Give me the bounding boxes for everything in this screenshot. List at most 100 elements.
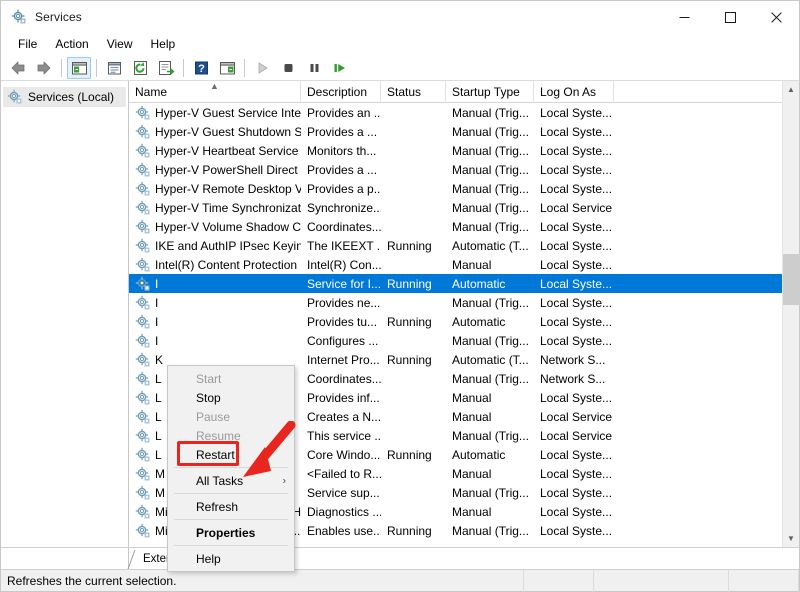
cell-status: Running bbox=[387, 447, 432, 462]
cell-name: Hyper-V Remote Desktop Vi... bbox=[129, 181, 301, 197]
service-gear-icon bbox=[135, 295, 151, 311]
service-gear-icon bbox=[135, 523, 151, 539]
export-list-icon[interactable] bbox=[154, 57, 178, 79]
cell-log-on-as: Local Syste... bbox=[540, 257, 613, 272]
cell-name: I bbox=[129, 276, 301, 292]
service-gear-icon bbox=[135, 162, 151, 178]
table-row[interactable]: Hyper-V Volume Shadow C... Coordinates...… bbox=[129, 217, 799, 236]
cell-startup-type: Automatic bbox=[452, 314, 506, 329]
forward-icon[interactable] bbox=[32, 57, 56, 79]
help-icon[interactable]: ? bbox=[189, 57, 213, 79]
menu-help[interactable]: Help bbox=[142, 34, 185, 54]
cell-startup-type: Automatic bbox=[452, 447, 506, 462]
tree-item-services-local[interactable]: Services (Local) bbox=[3, 87, 126, 107]
service-name-label: I bbox=[155, 276, 159, 291]
service-name-label: I bbox=[155, 333, 159, 348]
cell-status: Running bbox=[387, 276, 432, 291]
table-row[interactable]: Hyper-V Heartbeat Service Monitors th... M… bbox=[129, 141, 799, 160]
cell-description: Provides tu... bbox=[307, 314, 378, 329]
table-row[interactable]: Hyper-V Guest Service Inter... Provides a… bbox=[129, 103, 799, 122]
cell-startup-type: Manual (Trig... bbox=[452, 428, 529, 443]
cell-log-on-as: Local Syste... bbox=[540, 485, 613, 500]
scroll-down-icon[interactable]: ▼ bbox=[783, 530, 800, 547]
cell-startup-type: Manual (Trig... bbox=[452, 162, 529, 177]
table-row[interactable]: I Service for I... Running Automatic Local S… bbox=[129, 274, 799, 293]
stop-service-icon[interactable] bbox=[276, 57, 300, 79]
cell-log-on-as: Local Syste... bbox=[540, 523, 613, 538]
tree-item-label: Services (Local) bbox=[28, 90, 115, 104]
cell-name: Hyper-V Volume Shadow C... bbox=[129, 219, 301, 235]
show-hide-action-pane-icon[interactable] bbox=[215, 57, 239, 79]
service-gear-icon bbox=[135, 409, 151, 425]
pause-service-icon[interactable] bbox=[302, 57, 326, 79]
table-row[interactable]: Hyper-V Guest Shutdown S... Provides a ..… bbox=[129, 122, 799, 141]
status-bar: Refreshes the current selection. bbox=[1, 569, 799, 592]
column-header-name[interactable]: Name ▲ bbox=[129, 81, 301, 102]
context-menu-stop[interactable]: Stop bbox=[168, 388, 294, 407]
show-hide-console-tree-icon[interactable] bbox=[67, 56, 91, 79]
cell-description: Provides a p... bbox=[307, 181, 381, 196]
cell-log-on-as: Local Syste... bbox=[540, 162, 613, 177]
vertical-scrollbar[interactable]: ▲ ▼ bbox=[782, 81, 800, 547]
restart-service-icon[interactable] bbox=[328, 57, 352, 79]
cell-startup-type: Automatic bbox=[452, 276, 506, 291]
column-header-log-on-as[interactable]: Log On As bbox=[534, 81, 614, 102]
service-name-label: M bbox=[155, 466, 165, 481]
context-menu-help[interactable]: Help bbox=[168, 549, 294, 568]
cell-name: IKE and AuthIP IPsec Keying... bbox=[129, 238, 301, 254]
table-row[interactable]: I Provides ne... Manual (Trig... Local Syst… bbox=[129, 293, 799, 312]
context-menu-item-label: Start bbox=[196, 371, 222, 386]
service-gear-icon bbox=[135, 276, 151, 292]
context-menu-item-label: Refresh bbox=[196, 499, 239, 514]
service-name-label: L bbox=[155, 428, 162, 443]
service-gear-icon bbox=[135, 485, 151, 501]
scroll-up-icon[interactable]: ▲ bbox=[783, 81, 800, 98]
table-row[interactable]: I Configures ... Manual (Trig... Local Syst… bbox=[129, 331, 799, 350]
table-row[interactable]: Hyper-V Remote Desktop Vi... Provides a p… bbox=[129, 179, 799, 198]
cell-startup-type: Manual (Trig... bbox=[452, 523, 529, 538]
service-gear-icon bbox=[135, 181, 151, 197]
close-button[interactable] bbox=[753, 1, 799, 33]
column-header-description[interactable]: Description bbox=[301, 81, 381, 102]
service-name-label: Hyper-V Guest Shutdown S... bbox=[155, 124, 301, 139]
cell-description: Provides a ... bbox=[307, 124, 378, 139]
context-menu-pause: Pause bbox=[168, 407, 294, 426]
menu-view[interactable]: View bbox=[98, 34, 142, 54]
table-row[interactable]: Hyper-V PowerShell Direct ... Provides a … bbox=[129, 160, 799, 179]
maximize-button[interactable] bbox=[707, 1, 753, 33]
context-menu-separator bbox=[174, 467, 288, 468]
properties-icon[interactable] bbox=[102, 57, 126, 79]
service-name-label: L bbox=[155, 409, 162, 424]
table-row[interactable]: Hyper-V Time Synchronizati... Synchronize… bbox=[129, 198, 799, 217]
context-menu-all-tasks[interactable]: All Tasks › bbox=[168, 471, 294, 490]
cell-description: Core Windo... bbox=[307, 447, 381, 462]
toolbar-separator bbox=[96, 58, 97, 77]
context-menu-properties[interactable]: Properties bbox=[168, 523, 294, 542]
cell-name: Hyper-V PowerShell Direct ... bbox=[129, 162, 301, 178]
context-menu-restart[interactable]: Restart bbox=[168, 445, 294, 464]
column-header-status[interactable]: Status bbox=[381, 81, 446, 102]
list-header: Name ▲ Description Status Startup Type L… bbox=[129, 81, 799, 103]
menu-file[interactable]: File bbox=[9, 34, 46, 54]
context-menu-item-label: Help bbox=[196, 551, 221, 566]
scrollbar-thumb[interactable] bbox=[782, 253, 800, 306]
service-name-label: L bbox=[155, 371, 162, 386]
column-header-startup-type[interactable]: Startup Type bbox=[446, 81, 534, 102]
cell-description: Configures ... bbox=[307, 333, 379, 348]
refresh-icon[interactable] bbox=[128, 57, 152, 79]
table-row[interactable]: I Provides tu... Running Automatic Local Sys… bbox=[129, 312, 799, 331]
back-icon[interactable] bbox=[6, 57, 30, 79]
table-row[interactable]: IKE and AuthIP IPsec Keying... The IKEEXT… bbox=[129, 236, 799, 255]
service-gear-icon bbox=[135, 352, 151, 368]
cell-status: Running bbox=[387, 238, 432, 253]
minimize-button[interactable] bbox=[661, 1, 707, 33]
table-row[interactable]: Intel(R) Content Protection ... Intel(R) … bbox=[129, 255, 799, 274]
menu-action[interactable]: Action bbox=[46, 34, 97, 54]
start-service-icon[interactable] bbox=[250, 57, 274, 79]
cell-log-on-as: Local Syste... bbox=[540, 181, 613, 196]
context-menu[interactable]: Start Stop Pause Resume Restart All Tasks › Ref… bbox=[167, 365, 295, 572]
cell-log-on-as: Local Syste... bbox=[540, 124, 613, 139]
window-title: Services bbox=[35, 10, 82, 24]
context-menu-refresh[interactable]: Refresh bbox=[168, 497, 294, 516]
scrollbar-track[interactable] bbox=[782, 98, 800, 530]
